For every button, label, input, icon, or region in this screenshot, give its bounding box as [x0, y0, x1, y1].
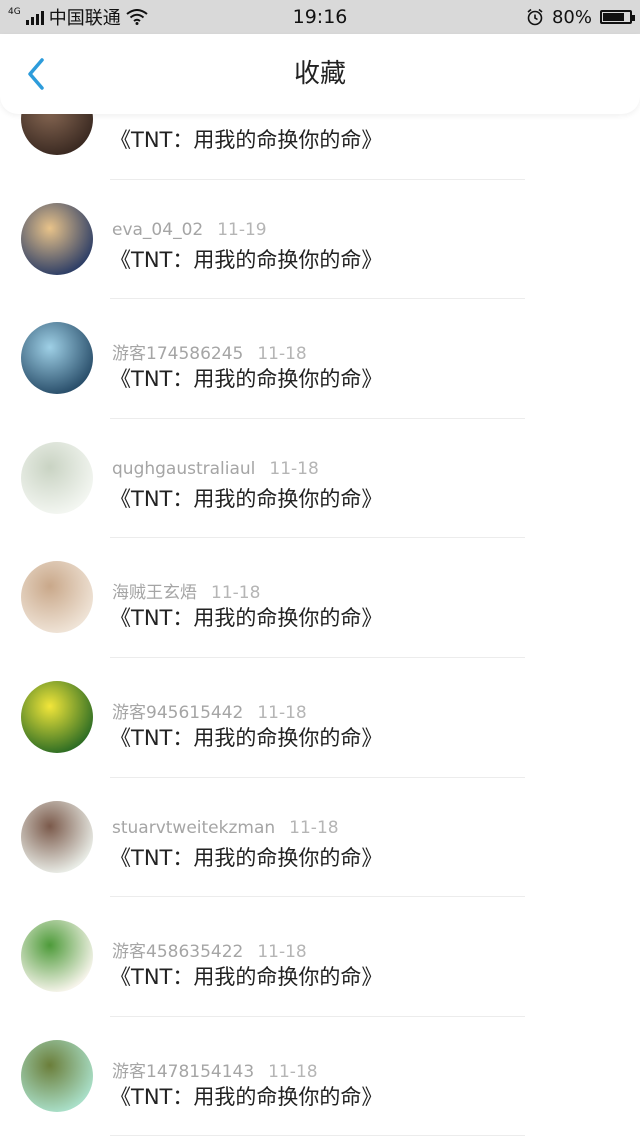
battery-icon [600, 10, 635, 24]
item-meta: 海贼王玄焐 11-18 [112, 578, 260, 603]
item-title[interactable]: 《TNT：用我的命换你的命》 [110, 961, 382, 991]
list-item[interactable]: 游客174586245 11-18 《TNT：用我的命换你的命》 [0, 299, 640, 419]
item-title[interactable]: 《TNT：用我的命换你的命》 [110, 1081, 382, 1111]
item-meta: 游客945615442 11-18 [112, 698, 307, 723]
battery-percent: 80% [551, 6, 592, 28]
list-item[interactable]: qughgaustraliaul 11-18 《TNT：用我的命换你的命》 [0, 419, 640, 539]
list-item[interactable]: 游客1478154143 11-18 《TNT：用我的命换你的命》 [0, 1017, 640, 1137]
item-title[interactable]: 《TNT：用我的命换你的命》 [110, 842, 382, 872]
item-meta: 游客1478154143 11-18 [112, 1057, 318, 1082]
item-title[interactable]: 《TNT：用我的命换你的命》 [110, 244, 382, 274]
nav-bar: 收藏 [0, 34, 640, 114]
date: 11-18 [257, 344, 307, 365]
avatar[interactable] [21, 1039, 93, 1112]
username: stuarvtweitekzman [112, 817, 276, 838]
item-meta: 游客174586245 11-18 [112, 339, 307, 364]
username: 海贼王玄焐 [112, 583, 197, 604]
avatar[interactable] [21, 561, 93, 634]
date: 11-18 [269, 458, 319, 479]
date: 11-18 [257, 702, 307, 723]
item-title[interactable]: 《TNT：用我的命换你的命》 [110, 722, 382, 752]
avatar[interactable] [21, 920, 93, 993]
username: 游客1478154143 [112, 1061, 255, 1082]
username: 游客174586245 [112, 344, 244, 365]
item-meta: eva_04_02 11-19 [112, 220, 267, 240]
item-meta: 游客458635422 11-18 [112, 937, 307, 962]
divider [110, 1135, 525, 1137]
list-item[interactable]: stuarvtweitekzman 11-18 《TNT：用我的命换你的命》 [0, 778, 640, 898]
page-title: 收藏 [293, 59, 346, 89]
date: 11-18 [211, 583, 261, 604]
username: eva_04_02 [112, 219, 204, 240]
list-item[interactable]: 游客458635422 11-18 《TNT：用我的命换你的命》 [0, 897, 640, 1017]
item-meta: stuarvtweitekzman 11-18 [112, 818, 339, 838]
username: 游客458635422 [112, 942, 244, 963]
favorites-list: 《TNT：用我的命换你的命》 eva_04_02 11-19 《TNT：用我的命换你的… [0, 60, 640, 1137]
avatar[interactable] [21, 680, 93, 753]
avatar[interactable] [21, 800, 93, 873]
date: 11-18 [289, 817, 339, 838]
date: 11-18 [268, 1061, 318, 1082]
date: 11-19 [217, 219, 267, 240]
list-item[interactable]: 游客945615442 11-18 《TNT：用我的命换你的命》 [0, 658, 640, 778]
status-bar: 4G 中国联通 19:16 80% [0, 0, 640, 34]
avatar[interactable] [21, 202, 93, 275]
avatar[interactable] [21, 441, 93, 514]
date: 11-18 [257, 942, 307, 963]
status-right: 80% [526, 0, 635, 34]
list-item[interactable]: eva_04_02 11-19 《TNT：用我的命换你的命》 [0, 180, 640, 300]
list-item[interactable]: 海贼王玄焐 11-18 《TNT：用我的命换你的命》 [0, 538, 640, 658]
item-title[interactable]: 《TNT：用我的命换你的命》 [110, 124, 382, 154]
item-meta: qughgaustraliaul 11-18 [112, 459, 319, 479]
item-title[interactable]: 《TNT：用我的命换你的命》 [110, 483, 382, 513]
alarm-icon [527, 8, 543, 26]
item-title[interactable]: 《TNT：用我的命换你的命》 [110, 363, 382, 393]
item-title[interactable]: 《TNT：用我的命换你的命》 [110, 602, 382, 632]
avatar[interactable] [21, 322, 93, 395]
username: 游客945615442 [112, 702, 244, 723]
username: qughgaustraliaul [112, 458, 256, 479]
